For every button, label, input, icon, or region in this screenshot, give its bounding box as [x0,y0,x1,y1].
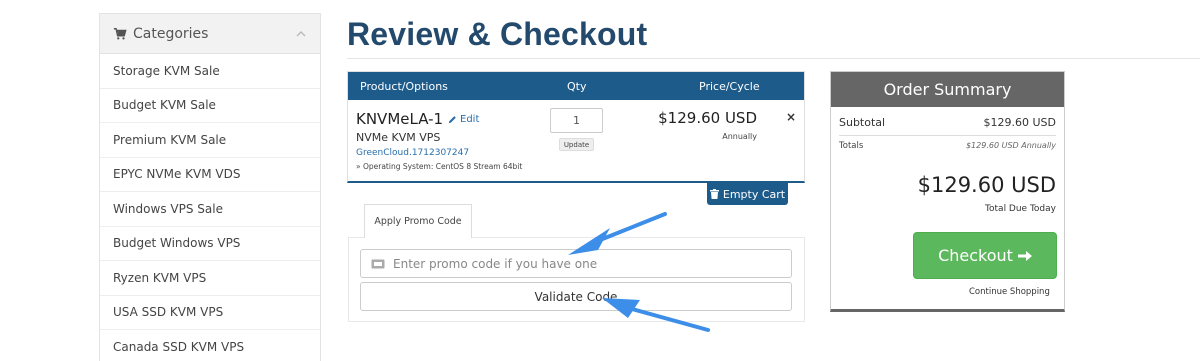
column-header-qty: Qty [567,80,587,93]
categories-sidebar: Categories Storage KVM Sale Budget KVM S… [99,13,321,361]
sidebar-item-budget-windows-vps[interactable]: Budget Windows VPS [100,227,320,261]
column-header-product: Product/Options [360,80,448,93]
pencil-icon [448,116,456,124]
promo-code-placeholder: Enter promo code if you have one [393,256,598,271]
product-option-os: » Operating System: CentOS 8 Stream 64bi… [356,162,523,171]
sidebar-item-budget-kvm-sale[interactable]: Budget KVM Sale [100,89,320,123]
continue-shopping-link[interactable]: Continue Shopping [969,287,1050,297]
categories-title: Categories [133,25,209,42]
ticket-icon [371,259,385,268]
quantity-input[interactable]: 1 [550,108,603,133]
checkout-button[interactable]: Checkout [913,232,1057,279]
sidebar-item-epyc-nvme-kvm-vds[interactable]: EPYC NVMe KVM VDS [100,158,320,192]
remove-item-button[interactable]: × [786,110,796,124]
subtotal-label: Subtotal [839,116,886,129]
cart-table-header: Product/Options Qty Price/Cycle [348,72,804,100]
page-title: Review & Checkout [347,16,648,52]
sidebar-item-canada-ssd-kvm-vps[interactable]: Canada SSD KVM VPS [100,330,320,361]
product-name: KNVMeLA-1 [356,110,444,128]
sidebar-item-storage-kvm-sale[interactable]: Storage KVM Sale [100,54,320,89]
sidebar-item-premium-kvm-sale[interactable]: Premium KVM Sale [100,123,320,158]
billing-cycle: Annually [722,132,757,141]
edit-label: Edit [460,114,480,125]
sidebar-item-windows-vps-sale[interactable]: Windows VPS Sale [100,192,320,227]
cart-table: Product/Options Qty Price/Cycle KNVMeLA-… [347,71,805,183]
categories-header[interactable]: Categories [100,14,320,54]
totals-label: Totals [839,141,864,151]
sidebar-item-usa-ssd-kvm-vps[interactable]: USA SSD KVM VPS [100,296,320,330]
promo-code-input[interactable]: Enter promo code if you have one [360,249,792,278]
empty-cart-label: Empty Cart [722,187,786,201]
subtotal-row: Subtotal $129.60 USD [839,116,1056,136]
update-button[interactable]: Update [559,138,594,151]
product-group: NVMe KVM VPS [356,131,441,144]
total-due-amount: $129.60 USD [917,173,1056,197]
totals-row: Totals $129.60 USD Annually [839,141,1056,151]
item-price: $129.60 USD [658,109,757,127]
validate-code-button[interactable]: Validate Code [360,282,792,311]
chevron-up-icon[interactable] [295,28,307,40]
edit-link[interactable]: Edit [448,114,479,125]
shopping-cart-icon [113,27,127,40]
order-summary: Order Summary Subtotal $129.60 USD Total… [830,71,1065,312]
order-summary-title: Order Summary [831,72,1064,107]
subtotal-value: $129.60 USD [983,116,1057,129]
trash-icon [709,189,719,199]
total-due-label: Total Due Today [985,204,1056,214]
totals-value: $129.60 USD Annually [965,141,1056,150]
sidebar-item-ryzen-kvm-vps[interactable]: Ryzen KVM VPS [100,261,320,296]
checkout-label: Checkout [938,246,1013,265]
empty-cart-button[interactable]: Empty Cart [707,183,788,205]
tab-apply-promo-code[interactable]: Apply Promo Code [364,204,472,238]
product-domain: GreenCloud.1712307247 [356,148,470,158]
arrow-right-icon [1017,250,1032,261]
column-header-price: Price/Cycle [699,80,760,93]
title-divider [347,58,1200,59]
